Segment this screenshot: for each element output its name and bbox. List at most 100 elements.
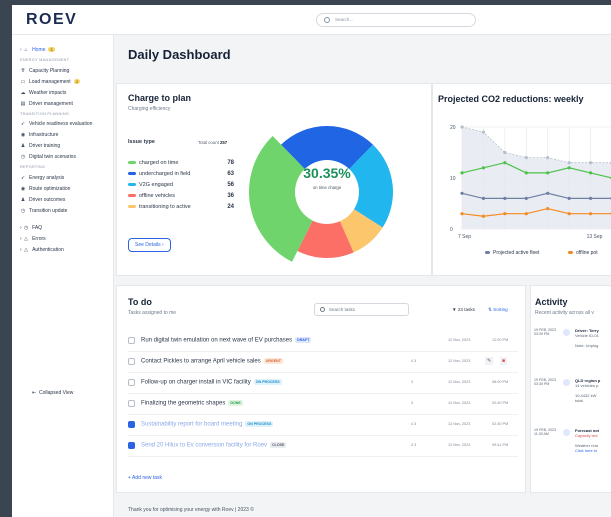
co2-title: Projected CO2 reductions: weekly <box>438 94 584 104</box>
data-point <box>524 156 528 160</box>
data-point <box>588 161 593 165</box>
sidebar-item[interactable]: › △ Errors <box>20 236 46 242</box>
task-row[interactable]: Finalizing the geometric shapes DONE 3 12 N… <box>128 394 518 415</box>
sidebar-item[interactable]: ♟ Driver outcomes <box>20 197 66 203</box>
sidebar-item[interactable]: ⇈ Capacity Planning <box>20 68 69 74</box>
task-row[interactable]: Follow-up on charger install in VIC faci… <box>128 373 518 394</box>
sidebar-item[interactable]: ♟ Driver training <box>20 143 60 149</box>
data-point <box>503 150 507 155</box>
data-point <box>588 212 593 216</box>
task-text-wrap: Send 20 Hilux to Ev conversion facility … <box>141 442 287 449</box>
sidebar-item-label: Authentication <box>32 246 64 253</box>
y-tick-label: 0 <box>450 227 453 233</box>
todo-subtitle: Tasks assigned to me <box>128 310 177 316</box>
sidebar-item[interactable]: ➶ Vehicle readiness evaluation <box>20 121 93 127</box>
legend-label: V2G engaged <box>139 182 173 188</box>
activity-entry[interactable]: QLD region p 14 vehicles p 10.4432 kW total… <box>575 378 600 403</box>
task-text: Sustainability report for board meeting <box>141 421 243 428</box>
total-count-label: Total count 257 <box>198 140 228 145</box>
task-time: 02:30 PM <box>492 422 509 426</box>
sidebar-item-label: Driver management <box>29 100 73 107</box>
activity-line: Note: Unplug <box>575 343 599 348</box>
sidebar-item-label: Route optimization <box>29 185 71 192</box>
sidebar-badge: 2 <box>73 78 80 84</box>
co2-legend-item-1: Projected active fleet <box>485 250 539 256</box>
legend-label: undercharged in field <box>139 171 191 177</box>
task-text: Send 20 Hilux to Ev conversion facility … <box>141 442 268 449</box>
activity-entry[interactable]: Forecast not Capacity red Weather rela Clic… <box>575 428 599 453</box>
sidebar-item-label: TRANSITION PLANNING <box>20 111 70 116</box>
roev-logo[interactable]: ROEV <box>26 11 77 29</box>
sidebar: › ⌂ Home 3 ENERGY MANAGEMENT ⇈ Capacity Plann… <box>12 35 114 517</box>
data-point <box>588 171 593 175</box>
search-icon <box>320 307 325 312</box>
y-tick-label: 10 <box>450 176 456 182</box>
data-point <box>524 212 528 216</box>
sidebar-item-label: Driver training <box>29 143 61 149</box>
sidebar-section-heading: REPORTING <box>20 165 45 169</box>
sidebar-item[interactable]: ◷ Digital twin scenarios <box>20 154 76 160</box>
activity-line: total. <box>575 398 584 403</box>
task-checkbox[interactable] <box>128 400 135 407</box>
collapsed-view-toggle[interactable]: ⇤ Collapsed View <box>32 390 73 396</box>
task-text: Follow-up on charger install in VIC faci… <box>141 379 251 386</box>
sidebar-item[interactable]: ◷ Transition update <box>20 208 68 214</box>
task-date: 12 Nov, 2023 <box>448 380 471 384</box>
sidebar-item[interactable]: ➶ Energy analysis <box>20 175 64 181</box>
legend-label: transitioning to active <box>139 204 191 210</box>
activity-entry[interactable]: Driver: Terry Vehicle ID-01 Note: Unplug <box>575 328 599 348</box>
issue-type-label: Issue type <box>128 139 155 145</box>
task-row[interactable]: Sustainability report for board meeting O… <box>128 415 518 436</box>
task-text-wrap: Finalizing the geometric shapes DONE <box>141 400 243 407</box>
sidebar-item[interactable]: ▤ Driver management <box>20 101 73 107</box>
task-status-badge: ON PROCESS <box>253 379 282 385</box>
data-point <box>567 166 571 170</box>
activity-time: 11:30 AM <box>534 432 549 436</box>
task-row[interactable]: Contact Pickles to arrange April vehicle… <box>128 352 518 373</box>
sidebar-item[interactable]: ☁ Weather impacts <box>20 90 67 96</box>
legend-swatch <box>128 205 136 209</box>
sidebar-item[interactable]: ◉ Route optimization <box>20 185 71 192</box>
infrastructure-icon: ◉ <box>20 132 26 138</box>
delete-icon[interactable]: ■ <box>500 357 508 365</box>
charge-legend-item: V2G engaged <box>128 182 173 188</box>
sorting-button[interactable]: ⇅ Sorting <box>488 307 508 313</box>
task-checkbox[interactable] <box>128 358 135 365</box>
data-point <box>503 196 507 200</box>
sidebar-item-label: ENERGY MANAGEMENT <box>20 58 70 62</box>
sidebar-item[interactable]: ▭ Load management 2 <box>20 78 80 85</box>
legend-value: 56 <box>227 182 234 188</box>
see-details-button[interactable]: See Details › <box>128 238 171 252</box>
data-point <box>481 166 486 170</box>
task-checkbox[interactable] <box>128 442 135 449</box>
activity-subtitle: Recent activity across all v <box>535 310 594 316</box>
add-task-button[interactable]: + Add new task <box>128 475 162 481</box>
activity-dot-icon <box>563 329 570 336</box>
data-point <box>503 161 507 165</box>
task-search-input[interactable]: Search tasks <box>314 303 409 316</box>
task-checkbox[interactable] <box>128 337 135 344</box>
sidebar-item[interactable]: ◉ Infrastructure <box>20 132 59 138</box>
activity-line: Vehicle ID-01 <box>575 333 599 338</box>
task-meta-counts: 4 3 <box>411 443 417 447</box>
task-time: 08:00 PM <box>492 380 509 384</box>
energy-icon: ➶ <box>20 174 26 181</box>
sidebar-item[interactable]: › ◷ FAQ <box>20 225 42 231</box>
task-row[interactable]: Run digital twin emulation on next wave … <box>128 331 518 352</box>
todo-title: To do <box>128 297 152 307</box>
task-row[interactable]: Send 20 Hilux to Ev conversion facility … <box>128 436 518 457</box>
task-date: 12 Nov, 2023 <box>448 443 471 447</box>
task-status-badge: DONE <box>228 400 243 406</box>
global-search-placeholder: Search... <box>335 17 354 22</box>
sidebar-item-label: REPORTING <box>20 165 46 169</box>
task-checkbox[interactable] <box>128 379 135 386</box>
sidebar-item[interactable]: › ⌂ Home 3 <box>20 47 55 53</box>
task-checkbox[interactable] <box>128 421 135 428</box>
sidebar-item[interactable]: › △ Authentication <box>20 247 64 253</box>
data-point <box>546 171 550 175</box>
sidebar-item-label: Vehicle readiness evaluation <box>29 121 93 127</box>
x-tick-label: 7 Sep <box>458 234 471 240</box>
global-search-input[interactable]: Search... <box>316 13 476 27</box>
data-point <box>481 214 486 218</box>
edit-icon[interactable]: ✎ <box>485 357 494 365</box>
